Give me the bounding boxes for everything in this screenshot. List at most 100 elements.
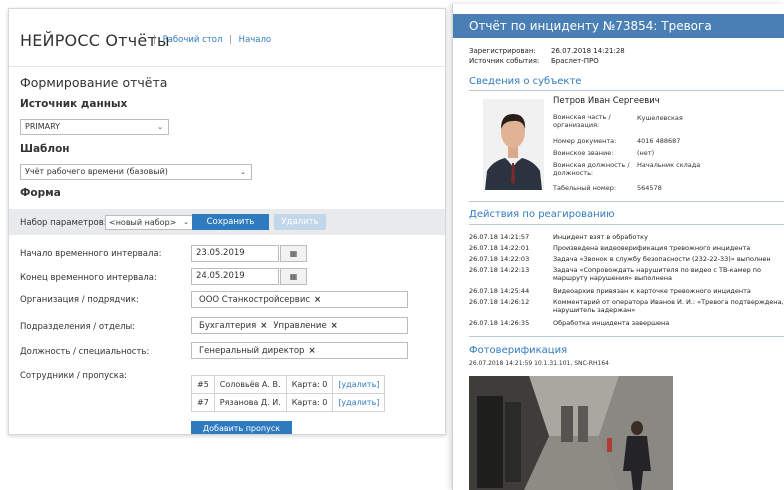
subject-prop-key: Табельный номер: bbox=[553, 184, 617, 192]
dept-tag-input[interactable]: Бухгалтерия × Управление × bbox=[191, 317, 408, 334]
action-time: 26.07.18 14:22:13 bbox=[469, 266, 530, 274]
action-desc: Видеоархив привязан к карточке тревожног… bbox=[553, 287, 751, 295]
remove-employee-link[interactable]: [удалить] bbox=[332, 393, 386, 412]
app-header: НЕЙРОСС Отчёты | Рабочий стол | Начало bbox=[9, 9, 445, 67]
source-select-value: PRIMARY bbox=[25, 122, 61, 131]
template-label: Шаблон bbox=[20, 143, 70, 155]
end-date-label: Конец временного интервала: bbox=[20, 273, 157, 283]
org-tag-input[interactable]: ООО Станкостройсервис × bbox=[191, 291, 408, 308]
subject-prop-key: Воинская должность / должность: bbox=[553, 161, 630, 177]
tag-dept: Бухгалтерия bbox=[199, 321, 257, 331]
subject-prop-key: Воинское звание: bbox=[553, 149, 614, 157]
dept-label: Подразделения / отделы: bbox=[20, 322, 136, 332]
section-divider bbox=[469, 90, 784, 91]
action-time: 26.07.18 14:26:12 bbox=[469, 298, 530, 306]
action-time: 26.07.18 14:21:57 bbox=[469, 233, 530, 241]
parameter-set-select[interactable]: <новый набор> ⌄ bbox=[105, 215, 193, 230]
subject-heading: Сведения о субъекте bbox=[469, 76, 582, 87]
tag-position: Генеральный директор bbox=[199, 346, 305, 356]
meta-key: Зарегистрирован: bbox=[469, 47, 536, 55]
photo-verification-meta: 26.07.2018 14:21:59 10.1.31.101, SNC-RH1… bbox=[469, 360, 609, 367]
subject-photo bbox=[483, 99, 544, 190]
action-time: 26.07.18 14:25:44 bbox=[469, 287, 530, 295]
remove-tag-icon[interactable]: × bbox=[314, 295, 321, 305]
position-label: Должность / специальность: bbox=[20, 347, 150, 357]
subject-name: Петров Иван Сергеевич bbox=[553, 96, 660, 106]
table-row: #7 Рязанова Д. И. Карта: 0 [удалить] bbox=[191, 393, 386, 412]
subject-prop-value: (нет) bbox=[637, 149, 655, 157]
chevron-down-icon: ⌄ bbox=[240, 168, 246, 176]
add-pass-button[interactable]: Добавить пропуск bbox=[191, 421, 292, 434]
verification-photo bbox=[469, 376, 673, 490]
employees-table: #5 Соловьёв А. В. Карта: 0 [удалить] #7 … bbox=[191, 375, 386, 412]
chevron-down-icon: ⌄ bbox=[183, 218, 189, 226]
meta-source: Источник события: Браслет-ПРО bbox=[469, 57, 599, 65]
remove-employee-link[interactable]: [удалить] bbox=[332, 375, 386, 394]
calendar-icon[interactable]: ▦ bbox=[280, 268, 307, 285]
form-label: Форма bbox=[20, 187, 61, 199]
report-title: Отчёт по инциденту №73854: Тревога bbox=[453, 14, 784, 38]
employees-label: Сотрудники / пропуска: bbox=[20, 371, 128, 381]
nav-link-desktop[interactable]: Рабочий стол bbox=[163, 35, 223, 45]
meta-registered: Зарегистрирован: 26.07.2018 14:21:28 bbox=[469, 47, 625, 55]
employee-card: Карта: 0 bbox=[285, 375, 334, 394]
actions-heading: Действия по реагированию bbox=[469, 209, 615, 220]
parameter-set-bar: Набор параметров: <новый набор> ⌄ Сохран… bbox=[9, 209, 445, 235]
end-date-input[interactable]: 24.05.2019 bbox=[191, 268, 279, 285]
calendar-icon[interactable]: ▦ bbox=[280, 245, 307, 262]
action-desc: Задача «Звонок в службу безопасности (23… bbox=[553, 255, 771, 263]
subject-prop-value: Кушелевская bbox=[637, 114, 683, 122]
employee-name: Соловьёв А. В. bbox=[213, 375, 287, 394]
section-divider bbox=[469, 336, 784, 337]
employee-number: #7 bbox=[191, 393, 215, 412]
employee-number: #5 bbox=[191, 375, 215, 394]
start-date-input[interactable]: 23.05.2019 bbox=[191, 245, 279, 262]
action-time: 26.07.18 14:26:35 bbox=[469, 319, 530, 327]
incident-report-window: Отчёт по инциденту №73854: Тревога Зарег… bbox=[452, 4, 784, 490]
delete-button[interactable]: Удалить bbox=[274, 214, 326, 230]
meta-value: Браслет-ПРО bbox=[551, 57, 599, 65]
subject-prop-key: Номер документа: bbox=[553, 137, 617, 145]
tag-dept: Управление bbox=[273, 321, 327, 331]
app-brand: НЕЙРОСС Отчёты bbox=[20, 31, 170, 50]
subject-prop-value: 564578 bbox=[637, 184, 662, 192]
person-portrait-icon bbox=[483, 99, 544, 190]
nav-separator: | bbox=[153, 35, 156, 45]
save-button[interactable]: Сохранить bbox=[192, 214, 269, 230]
subject-prop-value: Начальник склада bbox=[637, 161, 701, 169]
remove-tag-icon[interactable]: × bbox=[331, 321, 338, 331]
action-desc: Инцидент взят в обработку bbox=[553, 233, 648, 241]
start-date-label: Начало временного интервала: bbox=[20, 249, 162, 259]
action-time: 26.07.18 14:22:01 bbox=[469, 244, 530, 252]
subject-prop-key: Воинская часть / организация: bbox=[553, 113, 611, 129]
remove-tag-icon[interactable]: × bbox=[308, 346, 315, 356]
action-time: 26.07.18 14:22:03 bbox=[469, 255, 530, 263]
meta-value: 26.07.2018 14:21:28 bbox=[551, 47, 625, 55]
employee-card: Карта: 0 bbox=[285, 393, 334, 412]
camera-snapshot-icon bbox=[469, 376, 673, 490]
top-nav: | Рабочий стол | Начало bbox=[149, 35, 271, 45]
table-row: #5 Соловьёв А. В. Карта: 0 [удалить] bbox=[191, 375, 386, 394]
action-desc: Задача «Сопровождать нарушителя по видео… bbox=[553, 266, 762, 282]
action-desc: Обработка инцидента завершена bbox=[553, 319, 670, 327]
chevron-down-icon: ⌄ bbox=[157, 123, 163, 131]
action-desc: Комментарий от оператора Иванов И. И.: «… bbox=[553, 298, 784, 314]
nav-link-home[interactable]: Начало bbox=[239, 35, 271, 45]
remove-tag-icon[interactable]: × bbox=[260, 321, 267, 331]
section-divider bbox=[469, 201, 784, 202]
photo-verification-heading: Фотоверификация bbox=[469, 345, 568, 356]
subject-prop-value: 4016 488687 bbox=[637, 137, 681, 145]
employee-name: Рязанова Д. И. bbox=[213, 393, 287, 412]
report-builder-window: НЕЙРОСС Отчёты | Рабочий стол | Начало Ф… bbox=[8, 8, 446, 435]
tag-org: ООО Станкостройсервис bbox=[199, 295, 311, 305]
meta-key: Источник события: bbox=[469, 57, 540, 65]
source-label: Источник данных bbox=[20, 98, 128, 110]
parameter-set-value: <новый набор> bbox=[109, 218, 177, 227]
position-tag-input[interactable]: Генеральный директор × bbox=[191, 342, 408, 359]
source-select[interactable]: PRIMARY ⌄ bbox=[20, 119, 169, 135]
parameter-set-label: Набор параметров: bbox=[20, 218, 107, 228]
section-divider bbox=[469, 224, 784, 225]
nav-separator: | bbox=[229, 35, 232, 45]
action-desc: Произведена видеоверификация тревожного … bbox=[553, 244, 751, 252]
template-select[interactable]: Учёт рабочего времени (базовый) ⌄ bbox=[20, 164, 252, 180]
